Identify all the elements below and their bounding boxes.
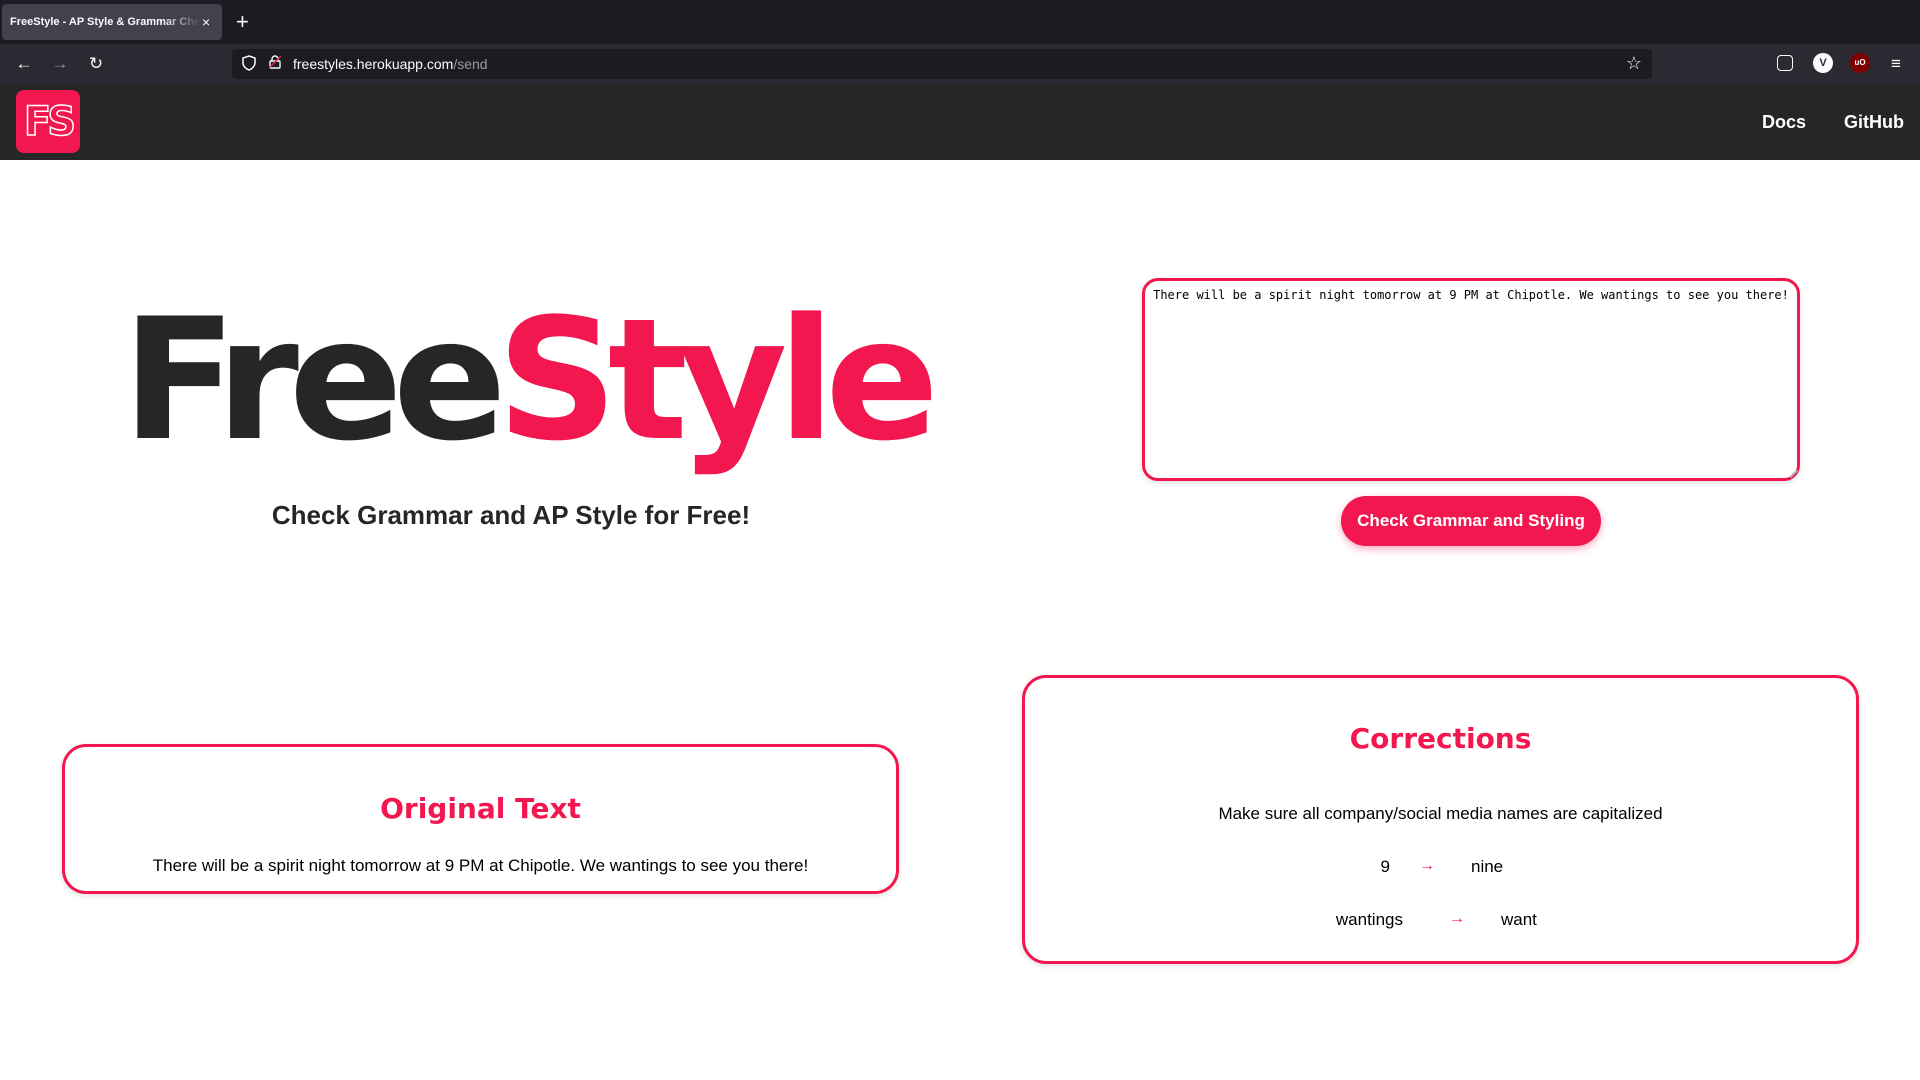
forward-icon[interactable]: → xyxy=(48,52,72,76)
ublock-icon[interactable]: uO xyxy=(1850,53,1870,73)
browser-tab[interactable]: FreeStyle - AP Style & Grammar Checker × xyxy=(2,4,222,40)
site-header: FS Docs GitHub xyxy=(0,84,1920,160)
address-bar[interactable]: freestyles.herokuapp.com/send ☆ xyxy=(232,49,1652,79)
hero-title-free: Free xyxy=(122,282,507,478)
corrections-card: Corrections Make sure all company/social… xyxy=(1022,675,1859,964)
url-text: freestyles.herokuapp.com/send xyxy=(293,56,488,72)
arrow-right-icon: → xyxy=(1419,857,1435,874)
correction-to: nine xyxy=(1471,857,1504,876)
corrections-note: Make sure all company/social media names… xyxy=(1218,804,1663,823)
original-text-title: Original Text xyxy=(380,792,581,825)
browser-navbar: ← → ↻ freestyles.herokuapp.com/send ☆ V … xyxy=(0,44,1920,84)
correction-from: wantings xyxy=(1335,910,1403,929)
close-icon[interactable]: × xyxy=(202,14,210,30)
nav-github-link[interactable]: GitHub xyxy=(1844,112,1904,133)
bookmark-star-icon[interactable]: ☆ xyxy=(1626,53,1642,74)
logo[interactable]: FS xyxy=(16,90,80,153)
corrections-title: Corrections xyxy=(1349,722,1532,755)
url-domain: freestyles.herokuapp.com xyxy=(293,56,454,72)
shield-icon[interactable] xyxy=(240,55,258,73)
nav-docs-link[interactable]: Docs xyxy=(1762,112,1806,133)
menu-icon[interactable]: ≡ xyxy=(1884,52,1908,76)
check-grammar-button[interactable]: Check Grammar and Styling xyxy=(1341,496,1601,546)
lock-icon[interactable] xyxy=(266,55,284,73)
hero-title: FreeStyle xyxy=(122,290,939,470)
hero-subtitle: Check Grammar and AP Style for Free! xyxy=(271,500,751,530)
arrow-right-icon: → xyxy=(1449,910,1465,927)
tab-title: FreeStyle - AP Style & Grammar Checker xyxy=(10,16,200,28)
original-text-card: Original Text There will be a spirit nig… xyxy=(62,744,899,894)
correction-to: want xyxy=(1501,910,1537,929)
correction-from: 9 xyxy=(1380,857,1390,876)
url-path: /send xyxy=(453,56,488,72)
vpn-extension-icon[interactable]: V xyxy=(1813,53,1833,73)
new-tab-button[interactable]: + xyxy=(236,8,249,36)
logo-text: FS xyxy=(23,98,77,146)
back-icon[interactable]: ← xyxy=(12,52,36,76)
reload-icon[interactable]: ↻ xyxy=(84,52,108,76)
pocket-icon[interactable] xyxy=(1777,55,1793,71)
original-text-body: There will be a spirit night tomorrow at… xyxy=(152,856,809,875)
hero-title-style: Style xyxy=(496,282,939,478)
browser-tab-bar: FreeStyle - AP Style & Grammar Checker ×… xyxy=(0,0,1920,44)
site-nav: Docs GitHub xyxy=(1762,112,1904,133)
text-input[interactable]: There will be a spirit night tomorrow at… xyxy=(1142,278,1800,481)
